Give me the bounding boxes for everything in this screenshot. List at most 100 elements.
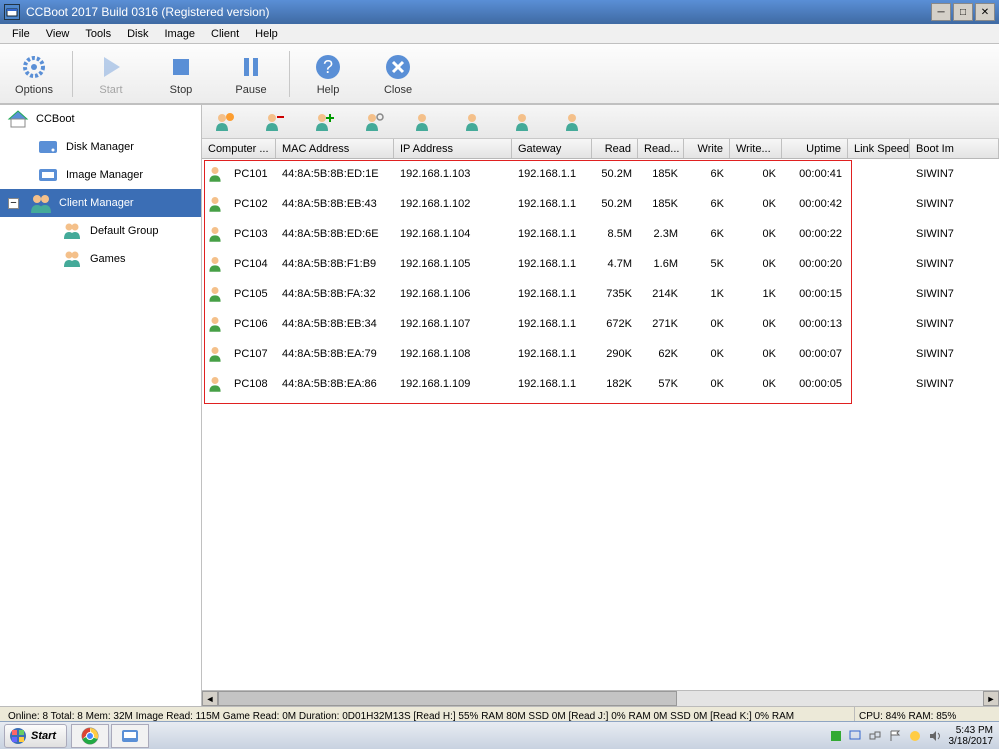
tray-network-icon[interactable] <box>869 730 881 742</box>
stop-button[interactable]: Stop <box>157 52 205 96</box>
table-row[interactable]: PC10544:8A:5B:8B:FA:32192.168.1.106192.1… <box>202 279 999 309</box>
cell-ip: 192.168.1.104 <box>394 228 512 240</box>
scroll-right-icon[interactable]: ► <box>983 691 999 706</box>
cell-write: 6K <box>684 198 730 210</box>
menubar: File View Tools Disk Image Client Help <box>0 24 999 44</box>
table-row[interactable]: PC10844:8A:5B:8B:EA:86192.168.1.109192.1… <box>202 369 999 399</box>
grid-body: PC10144:8A:5B:8B:ED:1E192.168.1.103192.1… <box>202 159 999 399</box>
help-icon: ? <box>313 52 343 82</box>
table-row[interactable]: PC10744:8A:5B:8B:EA:79192.168.1.108192.1… <box>202 339 999 369</box>
minimize-button[interactable]: ─ <box>931 3 951 21</box>
cell-mac: 44:8A:5B:8B:EB:43 <box>276 198 394 210</box>
table-row[interactable]: PC10244:8A:5B:8B:EB:43192.168.1.102192.1… <box>202 189 999 219</box>
user-action-4-icon[interactable] <box>362 110 386 134</box>
tree-root[interactable]: CCBoot <box>0 105 201 133</box>
tray-monitor-icon[interactable] <box>849 730 861 742</box>
table-row[interactable]: PC10144:8A:5B:8B:ED:1E192.168.1.103192.1… <box>202 159 999 189</box>
menu-image[interactable]: Image <box>156 26 203 42</box>
cell-ip: 192.168.1.105 <box>394 258 512 270</box>
cell-gateway: 192.168.1.1 <box>512 318 592 330</box>
col-link[interactable]: Link Speed <box>848 139 910 158</box>
cell-computer: PC105 <box>228 288 276 300</box>
tree-default-group[interactable]: Default Group <box>0 217 201 245</box>
scroll-left-icon[interactable]: ◄ <box>202 691 218 706</box>
cell-reads: 214K <box>638 288 684 300</box>
cell-read: 290K <box>592 348 638 360</box>
toolbar: Options Start Stop Pause ? <box>0 44 999 104</box>
user-add-icon[interactable] <box>312 110 336 134</box>
tray-flag-icon[interactable] <box>889 730 901 742</box>
user-action-8-icon[interactable] <box>562 110 586 134</box>
tray-time: 5:43 PM <box>949 725 994 736</box>
table-row[interactable]: PC10344:8A:5B:8B:ED:6E192.168.1.104192.1… <box>202 219 999 249</box>
col-read[interactable]: Read <box>592 139 638 158</box>
close-app-button[interactable]: Close <box>374 52 422 96</box>
col-boot[interactable]: Boot Im <box>910 139 999 158</box>
col-reads[interactable]: Read... <box>638 139 684 158</box>
menu-client[interactable]: Client <box>203 26 247 42</box>
user-action-1-icon[interactable] <box>212 110 236 134</box>
close-button[interactable]: ✕ <box>975 3 995 21</box>
cell-computer: PC108 <box>228 378 276 390</box>
cell-gateway: 192.168.1.1 <box>512 348 592 360</box>
people-icon <box>29 193 53 213</box>
user-action-6-icon[interactable] <box>462 110 486 134</box>
client-toolbar <box>202 105 999 139</box>
tray-icon-1[interactable] <box>831 731 841 741</box>
taskbar-ccboot[interactable] <box>111 724 149 748</box>
tree-image-manager[interactable]: Image Manager <box>0 161 201 189</box>
cell-write: 0K <box>684 378 730 390</box>
cell-reads: 271K <box>638 318 684 330</box>
tree-collapse-icon[interactable]: − <box>8 198 19 209</box>
cell-boot: SIWIN7 <box>910 378 964 390</box>
menu-file[interactable]: File <box>4 26 38 42</box>
pause-button[interactable]: Pause <box>227 52 275 96</box>
cell-gateway: 192.168.1.1 <box>512 228 592 240</box>
menu-tools[interactable]: Tools <box>77 26 119 42</box>
app-icon <box>4 4 20 20</box>
col-ip[interactable]: IP Address <box>394 139 512 158</box>
tree-panel: CCBoot Disk Manager Image Manager − Clie… <box>0 105 202 706</box>
start-button[interactable]: Start <box>87 52 135 96</box>
table-row[interactable]: PC10444:8A:5B:8B:F1:B9192.168.1.105192.1… <box>202 249 999 279</box>
titlebar[interactable]: CCBoot 2017 Build 0316 (Registered versi… <box>0 0 999 24</box>
cell-computer: PC106 <box>228 318 276 330</box>
cell-gateway: 192.168.1.1 <box>512 378 592 390</box>
tray-clock[interactable]: 5:43 PM 3/18/2017 <box>949 725 994 747</box>
menu-view[interactable]: View <box>38 26 78 42</box>
start-label: Start <box>31 730 56 742</box>
col-computer[interactable]: Computer ... <box>202 139 276 158</box>
col-write[interactable]: Write <box>684 139 730 158</box>
maximize-button[interactable]: □ <box>953 3 973 21</box>
col-mac[interactable]: MAC Address <box>276 139 394 158</box>
tree-disk-manager[interactable]: Disk Manager <box>0 133 201 161</box>
cell-uptime: 00:00:15 <box>782 288 848 300</box>
user-remove-icon[interactable] <box>262 110 286 134</box>
menu-disk[interactable]: Disk <box>119 26 156 42</box>
tree-client-manager[interactable]: − Client Manager <box>0 189 201 217</box>
tray-volume-icon[interactable] <box>929 730 941 742</box>
table-row[interactable]: PC10644:8A:5B:8B:EB:34192.168.1.107192.1… <box>202 309 999 339</box>
tree-games[interactable]: Games <box>0 245 201 273</box>
user-action-5-icon[interactable] <box>412 110 436 134</box>
group-icon <box>60 221 84 241</box>
cell-computer: PC107 <box>228 348 276 360</box>
drive-icon <box>121 728 139 744</box>
col-uptime[interactable]: Uptime <box>782 139 848 158</box>
cell-computer: PC101 <box>228 168 276 180</box>
help-button[interactable]: ? Help <box>304 52 352 96</box>
start-button-taskbar[interactable]: Start <box>4 724 67 748</box>
menu-help[interactable]: Help <box>247 26 286 42</box>
col-gateway[interactable]: Gateway <box>512 139 592 158</box>
horizontal-scrollbar[interactable]: ◄ ► <box>202 690 999 706</box>
user-action-7-icon[interactable] <box>512 110 536 134</box>
tray-updates-icon[interactable] <box>909 730 921 742</box>
options-button[interactable]: Options <box>10 52 58 96</box>
close-circle-icon <box>383 52 413 82</box>
scroll-thumb[interactable] <box>218 691 677 706</box>
taskbar-chrome[interactable] <box>71 724 109 748</box>
grid-header: Computer ... MAC Address IP Address Gate… <box>202 139 999 159</box>
col-writes[interactable]: Write... <box>730 139 782 158</box>
system-tray: 5:43 PM 3/18/2017 <box>831 725 999 747</box>
cell-read: 672K <box>592 318 638 330</box>
